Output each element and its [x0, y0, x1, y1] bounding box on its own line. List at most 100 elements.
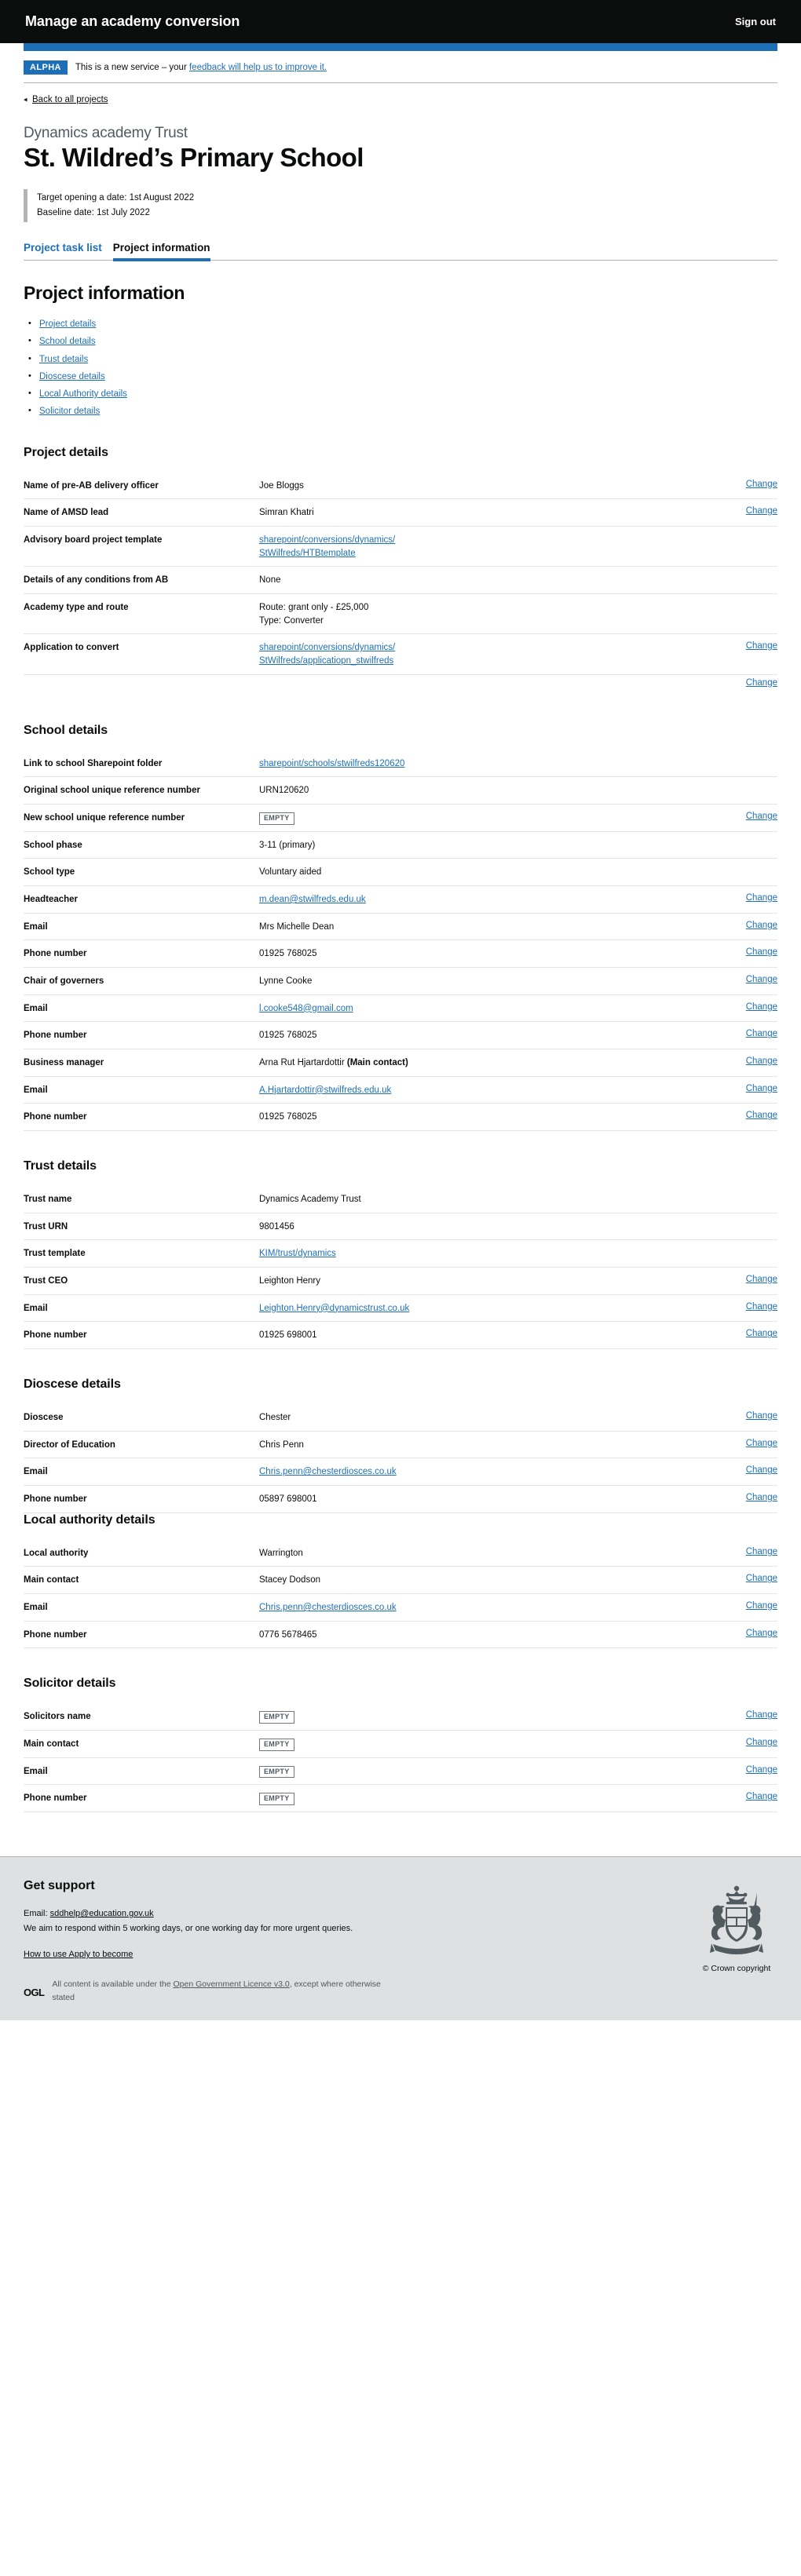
- change-link-dioscese_details-3[interactable]: Change: [746, 1493, 777, 1502]
- change-link-trust_details-3[interactable]: Change: [746, 1275, 777, 1284]
- summary-value-link-line[interactable]: sharepoint/conversions/dynamics/: [259, 641, 683, 655]
- tab-project-task-list[interactable]: Project task list: [24, 241, 102, 260]
- summary-value-link[interactable]: l.cooke548@gmail.com: [259, 1004, 353, 1013]
- contents-link-1[interactable]: School details: [39, 337, 96, 346]
- summary-row-key: Phone number: [24, 1330, 87, 1341]
- change-link-school_details-10[interactable]: Change: [746, 1029, 777, 1038]
- sign-out-link[interactable]: Sign out: [735, 16, 776, 27]
- summary-row-value: EMPTY: [259, 1738, 683, 1751]
- summary-value-link[interactable]: Chris.penn@chesterdiosces.co.uk: [259, 1467, 397, 1476]
- ogl-logo-icon: OGL: [24, 1987, 45, 1999]
- change-link-project_details-6[interactable]: Change: [746, 678, 777, 688]
- summary-value-link-line[interactable]: sharepoint/conversions/dynamics/: [259, 534, 683, 547]
- summary-row-key: Email: [24, 1003, 48, 1013]
- summary-value-link-line[interactable]: StWilfreds/HTBtemplate: [259, 547, 683, 560]
- summary-value-link[interactable]: KIM/trust/dynamics: [259, 1249, 336, 1258]
- change-link-dioscese_details-2[interactable]: Change: [746, 1465, 777, 1475]
- summary-value-link[interactable]: m.dean@stwilfreds.edu.uk: [259, 895, 366, 904]
- summary-row: Dioscese Chester Change: [24, 1404, 777, 1432]
- change-link-project_details-5[interactable]: Change: [746, 641, 777, 651]
- page-title: St. Wildred’s Primary School: [24, 143, 364, 172]
- summary-row-key: Phone number: [24, 1494, 87, 1505]
- change-link-solicitor_details-0[interactable]: Change: [746, 1710, 777, 1720]
- change-link-school_details-8[interactable]: Change: [746, 975, 777, 984]
- summary-row-value: Stacey Dodson: [259, 1575, 320, 1585]
- summary-row-value: 3-11 (primary): [259, 840, 316, 850]
- summary-row: Chair of governers Lynne Cooke Change: [24, 968, 777, 995]
- section-trust-details: Trust details Trust name Dynamics Academy …: [24, 1159, 777, 1350]
- change-link-dioscese_details-0[interactable]: Change: [746, 1411, 777, 1421]
- change-link-solicitor_details-1[interactable]: Change: [746, 1738, 777, 1747]
- summary-row-key: Link to school Sharepoint folder: [24, 758, 163, 768]
- tab-project-information[interactable]: Project information: [112, 241, 210, 262]
- summary-row-key: Local authority: [24, 1548, 89, 1558]
- summary-list: Trust name Dynamics Academy Trust Trust UR…: [24, 1186, 777, 1350]
- change-link-school_details-12[interactable]: Change: [746, 1084, 777, 1093]
- change-link-school_details-9[interactable]: Change: [746, 1002, 777, 1012]
- change-link-school_details-13[interactable]: Change: [746, 1111, 777, 1120]
- summary-row-key: School phase: [24, 840, 82, 850]
- change-link-local_authority_details-2[interactable]: Change: [746, 1601, 777, 1611]
- summary-row-key: Email: [24, 1603, 48, 1613]
- change-link-school_details-7[interactable]: Change: [746, 947, 777, 957]
- contents-link-2[interactable]: Trust details: [39, 355, 88, 364]
- section-heading-dioscese-details: Dioscese details: [24, 1377, 121, 1392]
- summary-row-value: m.dean@stwilfreds.edu.uk: [259, 893, 683, 907]
- tab-project-information-label[interactable]: Project information: [112, 242, 210, 262]
- contents-link-3[interactable]: Dioscese details: [39, 372, 105, 381]
- summary-value-line: Route: grant only - £25,000: [259, 602, 369, 612]
- summary-row-action: Change: [715, 1411, 777, 1421]
- contents-link-5[interactable]: Solicitor details: [39, 407, 100, 416]
- summary-value-link[interactable]: Chris.penn@chesterdiosces.co.uk: [259, 1603, 397, 1612]
- summary-value-link[interactable]: sharepoint/schools/stwilfreds120620: [259, 759, 404, 768]
- how-to-use-link[interactable]: How to use Apply to become: [24, 1950, 133, 1959]
- change-link-school_details-11[interactable]: Change: [746, 1056, 777, 1066]
- summary-value-link[interactable]: Leighton.Henry@dynamicstrust.co.uk: [259, 1304, 409, 1313]
- summary-row-value: sharepoint/conversions/dynamics/StWilfre…: [259, 534, 683, 560]
- summary-value-link[interactable]: StWilfreds/applicatiopn_stwilfreds: [259, 656, 393, 666]
- summary-row-key: Trust CEO: [24, 1276, 68, 1286]
- summary-row: Phone number 01925 698001 Change: [24, 1322, 777, 1350]
- change-link-school_details-2[interactable]: Change: [746, 812, 777, 821]
- change-link-school_details-5[interactable]: Change: [746, 893, 777, 903]
- change-link-local_authority_details-0[interactable]: Change: [746, 1547, 777, 1556]
- change-link-project_details-0[interactable]: Change: [746, 480, 777, 489]
- summary-row-value: Chris Penn: [259, 1439, 304, 1450]
- section-dioscese-details: Dioscese details Dioscese Chester Change Dir…: [24, 1377, 777, 1513]
- summary-value-link[interactable]: sharepoint/conversions/dynamics/: [259, 643, 395, 652]
- summary-row-action: Change: [715, 1056, 777, 1066]
- summary-row-action: Change: [715, 1302, 777, 1312]
- phase-banner-text: This is a new service – your feedback wi…: [75, 63, 327, 72]
- support-email-link[interactable]: sddhelp@education.gov.uk: [50, 1909, 154, 1918]
- summary-row-key: Chair of governers: [24, 976, 104, 986]
- summary-row-action: Change: [715, 678, 777, 688]
- change-link-trust_details-5[interactable]: Change: [746, 1329, 777, 1338]
- change-link-dioscese_details-1[interactable]: Change: [746, 1439, 777, 1448]
- contents-link-0[interactable]: Project details: [39, 319, 96, 329]
- change-link-trust_details-4[interactable]: Change: [746, 1302, 777, 1312]
- change-link-local_authority_details-1[interactable]: Change: [746, 1574, 777, 1583]
- back-to-all-projects-link[interactable]: ◂ Back to all projects: [24, 95, 108, 104]
- feedback-link[interactable]: feedback will help us to improve it.: [189, 63, 327, 72]
- change-link-solicitor_details-3[interactable]: Change: [746, 1792, 777, 1801]
- change-link-local_authority_details-3[interactable]: Change: [746, 1629, 777, 1638]
- main-contact-badge: (Main contact): [346, 1058, 408, 1067]
- summary-value-link[interactable]: StWilfreds/HTBtemplate: [259, 549, 356, 558]
- summary-row-action: Change: [715, 1002, 777, 1012]
- summary-value-link[interactable]: sharepoint/conversions/dynamics/: [259, 535, 395, 545]
- summary-row: Advisory board project template sharepoin…: [24, 527, 777, 567]
- summary-row-value: Warrington: [259, 1548, 303, 1558]
- change-link-school_details-6[interactable]: Change: [746, 921, 777, 930]
- contents-list-item: School details: [28, 336, 777, 347]
- tab-project-task-list-label[interactable]: Project task list: [24, 242, 102, 260]
- change-link-project_details-1[interactable]: Change: [746, 506, 777, 516]
- summary-row-value: Dynamics Academy Trust: [259, 1195, 361, 1205]
- summary-row-action: Change: [715, 947, 777, 957]
- change-link-solicitor_details-2[interactable]: Change: [746, 1765, 777, 1775]
- summary-value-link-line[interactable]: StWilfreds/applicatiopn_stwilfreds: [259, 655, 683, 668]
- ogl-licence-link[interactable]: Open Government Licence v3.0: [173, 1979, 289, 1989]
- section-heading-project-details: Project details: [24, 445, 108, 459]
- contents-link-4[interactable]: Local Authority details: [39, 389, 127, 399]
- summary-value-link[interactable]: A.Hjartardottir@stwilfreds.edu.uk: [259, 1085, 391, 1095]
- summary-row: Main contact Stacey Dodson Change: [24, 1567, 777, 1595]
